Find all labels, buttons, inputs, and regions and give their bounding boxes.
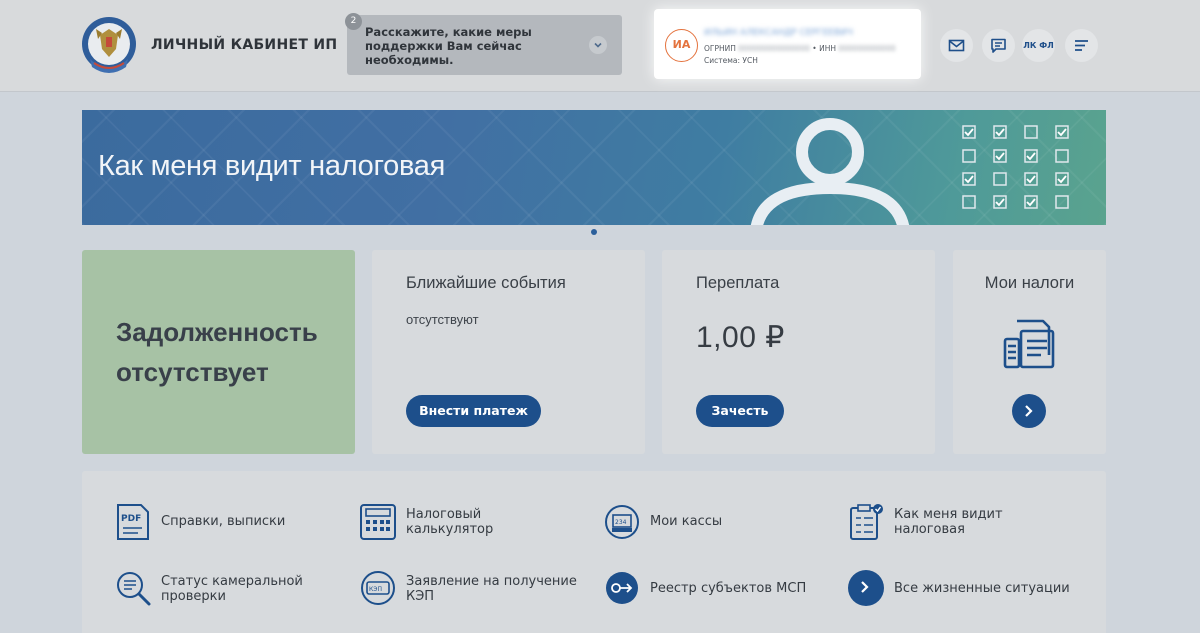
service-kep-application[interactable]: КЭП Заявление на получение КЭП [359, 569, 589, 609]
service-label: Как меня видит налоговая [894, 507, 1003, 537]
service-tax-view[interactable]: Как меня видит налоговая [847, 503, 1077, 543]
overpayment-title: Переплата [696, 274, 780, 292]
services-panel: PDF Справки, выписки Налоговый калькулято… [82, 471, 1106, 633]
avatar[interactable]: ИА [665, 29, 698, 62]
debt-line-2: отсутствует [116, 357, 269, 387]
service-label: Справки, выписки [161, 514, 286, 529]
inn-label: ИНН [819, 44, 836, 53]
chat-button[interactable] [982, 29, 1015, 62]
menu-button[interactable] [1065, 29, 1098, 62]
mail-button[interactable] [940, 29, 973, 62]
chevron-right-icon [1025, 405, 1033, 417]
debt-status: Задолженность отсутствует [116, 312, 336, 392]
overpayment-amount: 1,00 ₽ [696, 321, 785, 354]
service-label: Статус камеральной проверки [161, 574, 303, 604]
overpayment-card: Переплата 1,00 ₽ Зачесть [662, 250, 935, 454]
promo-banner[interactable]: Как меня видит налоговая [82, 110, 1106, 225]
make-payment-button[interactable]: Внести платеж [406, 395, 541, 427]
pdf-document-icon: PDF [117, 504, 149, 540]
my-taxes-title: Мои налоги [984, 274, 1075, 292]
registry-arrow-icon [606, 572, 638, 604]
signature-card-icon: КЭП [361, 571, 395, 605]
debt-card[interactable]: Задолженность отсутствует [82, 250, 355, 454]
top-header: ЛИЧНЫЙ КАБИНЕТ ИП 2 Расскажите, какие ме… [0, 0, 1200, 92]
my-taxes-card[interactable]: Мои налоги [953, 250, 1106, 454]
life-situations-arrow[interactable] [848, 570, 884, 606]
support-survey-dropdown[interactable]: 2 Расскажите, какие меры поддержки Вам с… [345, 13, 622, 75]
survey-text: Расскажите, какие меры поддержки Вам сей… [365, 25, 532, 67]
svg-text:КЭП: КЭП [369, 586, 382, 593]
chevron-down-icon[interactable] [589, 36, 607, 54]
envelope-icon [948, 39, 965, 52]
document-search-icon [117, 572, 151, 606]
profile-name: ИЛЬИН АЛЕКСАНДР СЕРГЕЕВИЧ [704, 28, 853, 38]
service-desk-audit-status[interactable]: Статус камеральной проверки [114, 569, 344, 609]
carousel-dot[interactable] [591, 229, 597, 235]
service-label: Все жизненные ситуации [894, 581, 1070, 596]
lk-fl-button[interactable]: ЛК ФЛ [1022, 29, 1055, 62]
chat-icon [991, 38, 1006, 53]
svg-text:234: 234 [615, 519, 627, 526]
service-tax-calculator[interactable]: Налоговый калькулятор [359, 503, 579, 543]
service-label: Мои кассы [650, 514, 723, 529]
events-subtitle: отсутствуют [406, 312, 479, 327]
service-all-life-situations[interactable]: Все жизненные ситуации [847, 569, 1077, 609]
chevron-right-icon [861, 581, 869, 593]
service-certificates[interactable]: PDF Справки, выписки [114, 503, 334, 543]
cash-register-icon: 234 [605, 505, 639, 539]
menu-icon [1075, 40, 1088, 51]
svg-text:PDF: PDF [121, 514, 141, 524]
user-profile-card[interactable]: ИА ИЛЬИН АЛЕКСАНДР СЕРГЕЕВИЧ ОГРНИП 0000… [654, 9, 921, 79]
offset-button[interactable]: Зачесть [696, 395, 784, 427]
person-checklist-illustration [750, 118, 1069, 225]
service-label: Налоговый калькулятор [406, 507, 494, 537]
debt-line-1: Задолженность [116, 317, 318, 347]
service-label: Реестр субъектов МСП [650, 581, 807, 596]
survey-step-badge: 2 [345, 13, 362, 30]
calculator-icon [360, 504, 396, 540]
service-label: Заявление на получение КЭП [406, 574, 577, 604]
cabinet-title: ЛИЧНЫЙ КАБИНЕТ ИП [151, 37, 338, 53]
events-title: Ближайшие события [406, 274, 566, 292]
inn-value: 000000000000 [838, 44, 896, 53]
service-msp-registry[interactable]: Реестр субъектов МСП [603, 569, 833, 609]
service-cash-registers[interactable]: 234 Мои кассы [603, 503, 823, 543]
checklist-icon [850, 504, 883, 540]
fns-emblem-logo[interactable] [80, 15, 138, 77]
ogrnip-value: 000000000000000 [738, 44, 810, 53]
id-separator: • [812, 44, 817, 53]
my-taxes-arrow-button[interactable] [1012, 394, 1046, 428]
tax-documents-icon [1003, 319, 1055, 369]
events-card: Ближайшие события отсутствуют Внести пла… [372, 250, 645, 454]
profile-ids: ОГРНИП 000000000000000 • ИНН 00000000000… [704, 44, 896, 53]
ogrnip-label: ОГРНИП [704, 44, 736, 53]
banner-title: Как меня видит налоговая [98, 150, 445, 182]
tax-system: Система: УСН [704, 56, 758, 65]
